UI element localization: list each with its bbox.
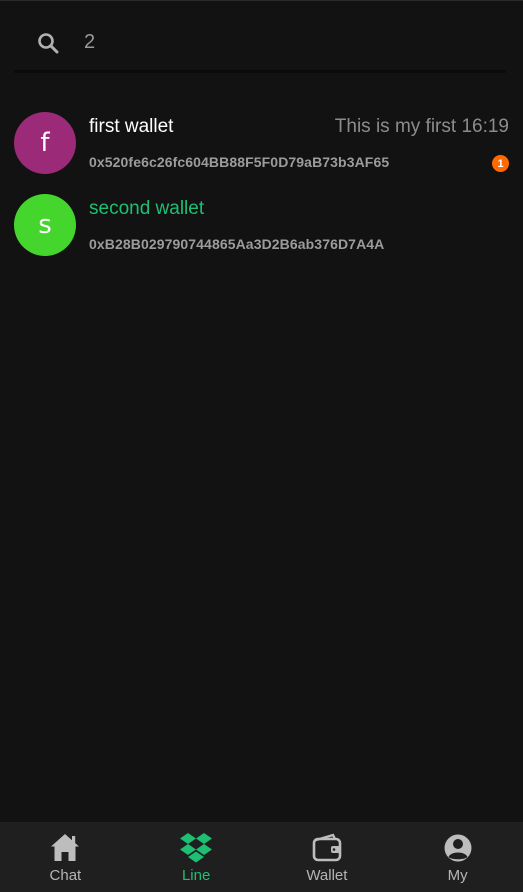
wallet-address: 0x520fe6c26fc604BB88F5F0D79aB73b3AF65 bbox=[89, 154, 390, 170]
avatar-letter: s bbox=[38, 210, 52, 240]
search-input[interactable] bbox=[84, 31, 464, 54]
wallet-name: first wallet bbox=[89, 116, 174, 137]
nav-item-line[interactable]: Line bbox=[131, 822, 262, 892]
account-icon bbox=[441, 831, 475, 865]
last-message-preview: This is my first 16:19 bbox=[334, 116, 509, 137]
wallet-list: f first wallet This is my first 16:19 0x… bbox=[0, 101, 523, 265]
nav-label: Line bbox=[181, 867, 211, 884]
search-icon[interactable] bbox=[36, 31, 60, 55]
nav-item-chat[interactable]: Chat bbox=[0, 822, 131, 892]
home-icon bbox=[48, 831, 82, 865]
avatar: f bbox=[14, 112, 76, 174]
nav-item-my[interactable]: My bbox=[392, 822, 523, 892]
nav-item-wallet[interactable]: Wallet bbox=[262, 822, 393, 892]
search-bar[interactable] bbox=[14, 15, 506, 71]
nav-label: Wallet bbox=[306, 867, 348, 884]
app-screen: f first wallet This is my first 16:19 0x… bbox=[0, 0, 523, 892]
nav-label: My bbox=[447, 867, 468, 884]
wallet-name: second wallet bbox=[89, 198, 205, 219]
unread-badge: 1 bbox=[492, 155, 509, 172]
wallet-list-item[interactable]: f first wallet This is my first 16:19 0x… bbox=[0, 101, 523, 183]
nav-label: Chat bbox=[49, 867, 82, 884]
wallet-list-item[interactable]: s second wallet 0xB28B029790744865Aa3D2B… bbox=[0, 183, 523, 265]
avatar-letter: f bbox=[40, 128, 50, 158]
wallet-icon bbox=[310, 831, 344, 865]
avatar: s bbox=[14, 194, 76, 256]
dropbox-icon bbox=[179, 831, 213, 865]
wallet-address: 0xB28B029790744865Aa3D2B6ab376D7A4A bbox=[89, 236, 385, 252]
bottom-navigation: Chat Line Wallet My bbox=[0, 822, 523, 892]
